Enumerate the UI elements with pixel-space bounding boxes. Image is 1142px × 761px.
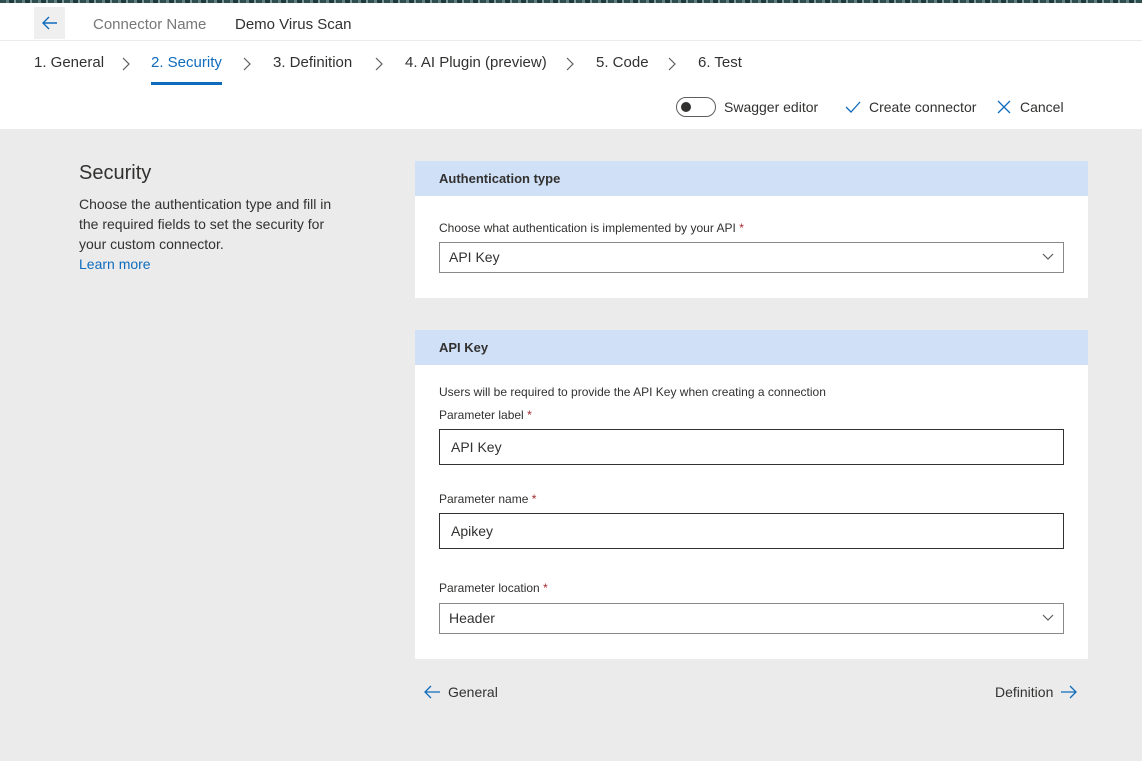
auth-type-field-label: Choose what authentication is implemente… [439,221,744,235]
toggle-knob [681,102,691,112]
chevron-right-icon [122,57,130,71]
step-test[interactable]: 6. Test [698,54,742,71]
arrow-left-icon [424,685,440,699]
chevron-down-icon [1042,253,1054,260]
field-label-text: Choose what authentication is implemente… [439,221,736,235]
header-bar: Connector Name Demo Virus Scan 1. Genera… [0,3,1142,129]
api-key-info-text: Users will be required to provide the AP… [439,385,826,399]
field-label-text: Parameter location [439,581,540,595]
parameter-label-label: Parameter label * [439,408,532,422]
step-ai-plugin[interactable]: 4. AI Plugin (preview) [405,54,547,71]
parameter-name-input[interactable]: Apikey [439,513,1064,549]
arrow-right-icon [1061,685,1078,699]
auth-type-dropdown[interactable]: API Key [439,242,1064,273]
connector-name-value[interactable]: Demo Virus Scan [235,16,351,33]
next-definition-button[interactable]: Definition [995,682,1078,702]
required-marker: * [527,408,532,422]
required-marker: * [543,581,548,595]
section-title: Security [79,162,152,184]
learn-more-link[interactable]: Learn more [79,254,339,274]
close-icon [997,100,1011,114]
active-step-indicator [151,82,222,85]
back-button[interactable] [34,7,65,39]
field-label-text: Parameter name [439,492,529,506]
connector-name-label: Connector Name [93,16,207,33]
chevron-right-icon [566,57,574,71]
cancel-button[interactable]: Cancel [997,96,1064,118]
step-definition[interactable]: 3. Definition [273,54,352,71]
step-general[interactable]: 1. General [34,54,104,71]
chevron-right-icon [243,57,251,71]
step-code[interactable]: 5. Code [596,54,649,71]
authentication-type-card: Authentication type Choose what authenti… [415,161,1088,298]
checkmark-icon [845,101,861,113]
auth-type-selected-value: API Key [449,249,500,265]
parameter-location-label: Parameter location * [439,581,548,595]
step-security[interactable]: 2. Security [151,54,222,71]
create-connector-label: Create connector [869,99,977,115]
toggle-switch[interactable] [676,97,716,117]
previous-step-label: General [448,684,498,700]
required-marker: * [739,221,744,235]
header-divider [0,40,1142,41]
swagger-editor-label: Swagger editor [724,99,819,115]
chevron-down-icon [1042,614,1054,621]
card-header: Authentication type [415,161,1088,196]
parameter-location-selected-value: Header [449,610,495,626]
cancel-label: Cancel [1020,99,1064,115]
chevron-right-icon [668,57,676,71]
field-label-text: Parameter label [439,408,524,422]
parameter-label-input[interactable]: API Key [439,429,1064,465]
section-description: Choose the authentication type and fill … [79,196,332,252]
parameter-location-dropdown[interactable]: Header [439,603,1064,634]
api-key-card: API Key Users will be required to provid… [415,330,1088,659]
required-marker: * [531,492,537,506]
card-header: API Key [415,330,1088,365]
security-description-panel: Security Choose the authentication type … [79,160,339,274]
swagger-editor-toggle[interactable]: Swagger editor [676,96,818,118]
previous-general-button[interactable]: General [424,682,498,702]
arrow-left-icon [41,16,57,30]
parameter-name-label: Parameter name * [439,492,536,506]
chevron-right-icon [375,57,383,71]
next-step-label: Definition [995,684,1054,700]
create-connector-button[interactable]: Create connector [845,96,976,118]
